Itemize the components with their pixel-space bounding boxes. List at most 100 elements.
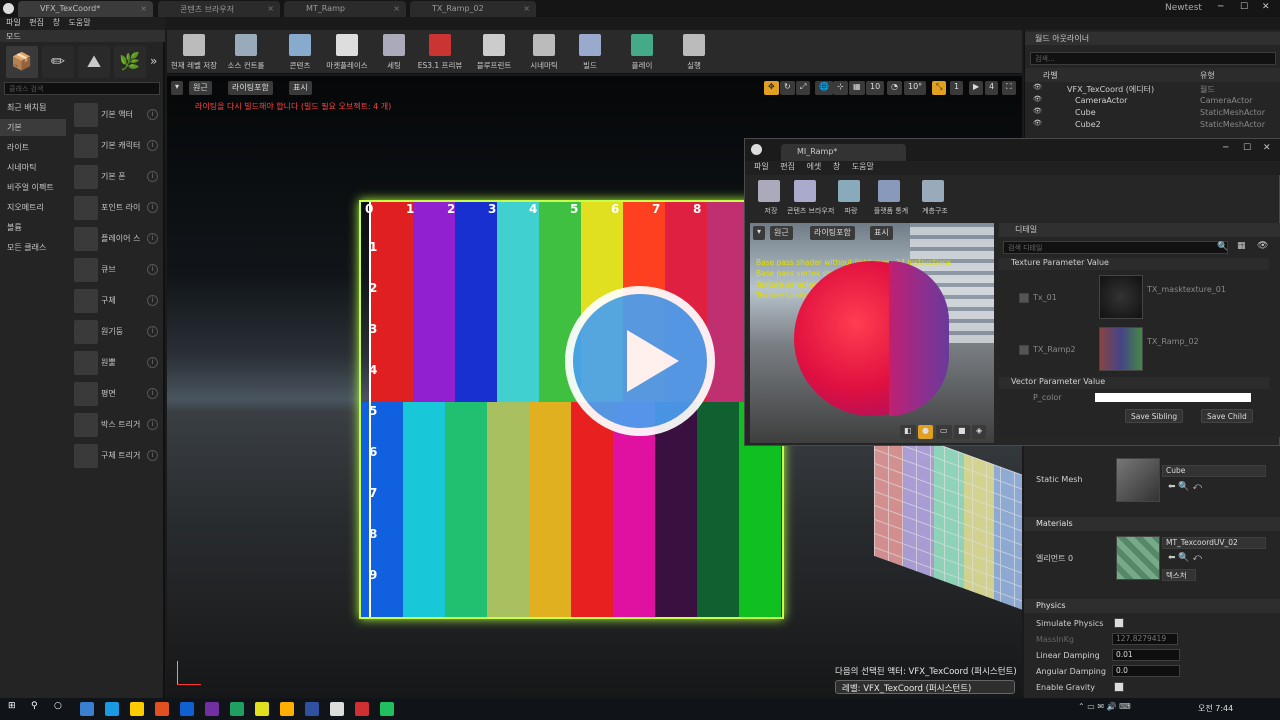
place-mode-icon[interactable]: 📦 [6, 46, 38, 78]
preview-options-button[interactable]: ▾ [753, 226, 766, 240]
info-icon[interactable]: i [147, 264, 158, 275]
more-modes-icon[interactable]: » [150, 54, 157, 68]
actor-item[interactable]: 기본 폰 i [72, 163, 158, 191]
mated-tool-button[interactable]: 저장 [751, 177, 787, 217]
mass-input[interactable]: 127.8279419 [1112, 633, 1178, 645]
actor-item[interactable]: 큐브 i [72, 256, 158, 284]
actor-item[interactable]: 플레이어 스 i [72, 225, 158, 253]
eye-icon[interactable]: 👁 [1033, 95, 1042, 103]
grid-size[interactable]: 10 [866, 81, 885, 95]
taskbar-app-icon[interactable] [80, 702, 94, 716]
mated-tool-button[interactable]: 파랑 [831, 177, 867, 217]
maximize-viewport-icon[interactable]: ⛶ [1002, 81, 1016, 95]
actor-item[interactable]: 포인트 라이 i [72, 194, 158, 222]
material-actions-icon[interactable]: ⬅ 🔍 ⤺ [1168, 553, 1202, 563]
toolbar-button[interactable]: 콘텐츠 [275, 32, 325, 72]
actor-item[interactable]: 원기둥 i [72, 318, 158, 346]
param1-checkbox[interactable] [1019, 293, 1029, 303]
outliner-row[interactable]: 👁 Cube StaticMeshActor [1025, 107, 1280, 119]
cube-icon[interactable]: ■ [954, 425, 970, 439]
taskbar-app-icon[interactable] [380, 702, 394, 716]
enable-gravity-checkbox[interactable] [1114, 682, 1124, 692]
mated-maximize-icon[interactable]: ☐ [1243, 143, 1251, 153]
close-icon[interactable]: × [267, 4, 274, 13]
category-item[interactable]: 비주얼 이펙트 [0, 179, 66, 196]
simulate-physics-checkbox[interactable] [1114, 618, 1124, 628]
rotation-snap-value[interactable]: 10° [904, 81, 927, 95]
section-texture-params[interactable]: Texture Parameter Value [999, 258, 1269, 270]
category-item[interactable]: 기본 [0, 119, 66, 136]
info-icon[interactable]: i [147, 233, 158, 244]
eye-icon[interactable]: 👁 [1033, 83, 1042, 91]
toolbar-button[interactable]: 빌드 [565, 32, 615, 72]
save-sibling-button[interactable]: Save Sibling [1125, 409, 1184, 423]
toolbar-button[interactable]: 블루프린트 [469, 32, 519, 72]
search-icon[interactable]: ⚲ [31, 701, 38, 711]
taskbar-app-icon[interactable] [280, 702, 294, 716]
actor-item[interactable]: 기본 액터 i [72, 101, 158, 129]
close-icon[interactable]: × [140, 4, 147, 13]
tab-tx-ramp[interactable]: TX_Ramp_02 × [410, 1, 536, 17]
toolbar-button[interactable]: 소스 컨트롤 [221, 32, 271, 72]
save-child-button[interactable]: Save Child [1201, 409, 1253, 423]
scale-icon[interactable]: ⤢ [796, 81, 811, 95]
show-button[interactable]: 표시 [289, 81, 312, 95]
info-icon[interactable]: i [147, 450, 158, 461]
mated-menu-file[interactable]: 파일 [754, 162, 769, 171]
category-item[interactable]: 최근 배치됨 [0, 99, 66, 116]
mated-menu-window[interactable]: 창 [833, 162, 840, 171]
world-local-icon[interactable]: 🌐 [815, 81, 833, 95]
linear-damping-input[interactable]: 0.01 [1112, 649, 1180, 661]
plane-icon[interactable]: ▭ [936, 425, 952, 439]
preview-show-button[interactable]: 표시 [870, 226, 893, 240]
texture-cube[interactable] [874, 420, 1022, 611]
paint-mode-icon[interactable]: ✏ [42, 46, 74, 78]
eye-icon[interactable]: 👁 [1257, 241, 1268, 251]
info-icon[interactable]: i [147, 171, 158, 182]
color-swatch[interactable] [1095, 393, 1251, 402]
view-mode-button[interactable]: 원근 [189, 81, 212, 95]
info-icon[interactable]: i [147, 357, 158, 368]
category-item[interactable]: 모든 클래스 [0, 239, 66, 256]
outliner-row[interactable]: 👁 VFX_TexCoord (에디터) 월드 [1025, 83, 1280, 95]
minimize-icon[interactable]: ─ [1218, 2, 1223, 12]
landscape-mode-icon[interactable]: ⛰ [78, 46, 110, 78]
taskbar-app-icon[interactable] [330, 702, 344, 716]
param1-value[interactable]: TX_masktexture_01 [1147, 285, 1226, 294]
mated-tool-button[interactable]: 플랫폼 통계 [871, 177, 908, 217]
details-search-input[interactable]: 검색 디테일 [1003, 241, 1228, 254]
class-search-input[interactable]: 클래스 검색 [4, 82, 160, 95]
taskbar-app-icon[interactable] [205, 702, 219, 716]
toolbar-button[interactable]: 세팅 [369, 32, 419, 72]
info-icon[interactable]: i [147, 388, 158, 399]
material-thumb[interactable] [1116, 536, 1160, 580]
foliage-mode-icon[interactable]: 🌿 [114, 46, 146, 78]
close-icon[interactable]: × [393, 4, 400, 13]
taskbar-app-icon[interactable] [155, 702, 169, 716]
outliner-row[interactable]: 👁 Cube2 StaticMeshActor [1025, 119, 1280, 131]
category-item[interactable]: 라이트 [0, 139, 66, 156]
cylinder-icon[interactable]: ◧ [900, 425, 916, 439]
taskbar-app-icon[interactable] [180, 702, 194, 716]
mated-menu-edit[interactable]: 편집 [780, 162, 795, 171]
toolbar-button[interactable]: 실행 [669, 32, 719, 72]
physics-section[interactable]: Physics [1024, 599, 1280, 613]
cortana-icon[interactable]: ○ [54, 701, 62, 711]
actor-item[interactable]: 박스 트리거 i [72, 411, 158, 439]
maximize-icon[interactable]: ☐ [1240, 2, 1248, 12]
actor-item[interactable]: 기본 캐릭터 i [72, 132, 158, 160]
toolbar-button[interactable]: 플레이 [617, 32, 667, 72]
tab-content-browser[interactable]: 콘텐츠 브라우저 × [158, 1, 280, 17]
tab-vfx-texcoord[interactable]: VFX_TexCoord* × [18, 1, 153, 17]
eye-icon[interactable]: 👁 [1033, 107, 1042, 115]
category-item[interactable]: 지오메트리 [0, 199, 66, 216]
video-play-button[interactable] [565, 286, 715, 436]
param2-checkbox[interactable] [1019, 345, 1029, 355]
ramp-cube[interactable]: 0 1 2 3 4 5 6 7 8 1 2 3 4 5 6 7 8 9 [359, 200, 784, 619]
angular-damping-input[interactable]: 0.0 [1112, 665, 1180, 677]
static-mesh-thumb[interactable] [1116, 458, 1160, 502]
mated-tool-button[interactable]: 계층구조 [915, 177, 951, 217]
search-icon[interactable]: 🔍 [1217, 242, 1228, 252]
taskbar-app-icon[interactable] [130, 702, 144, 716]
mated-close-icon[interactable]: ✕ [1263, 143, 1271, 153]
